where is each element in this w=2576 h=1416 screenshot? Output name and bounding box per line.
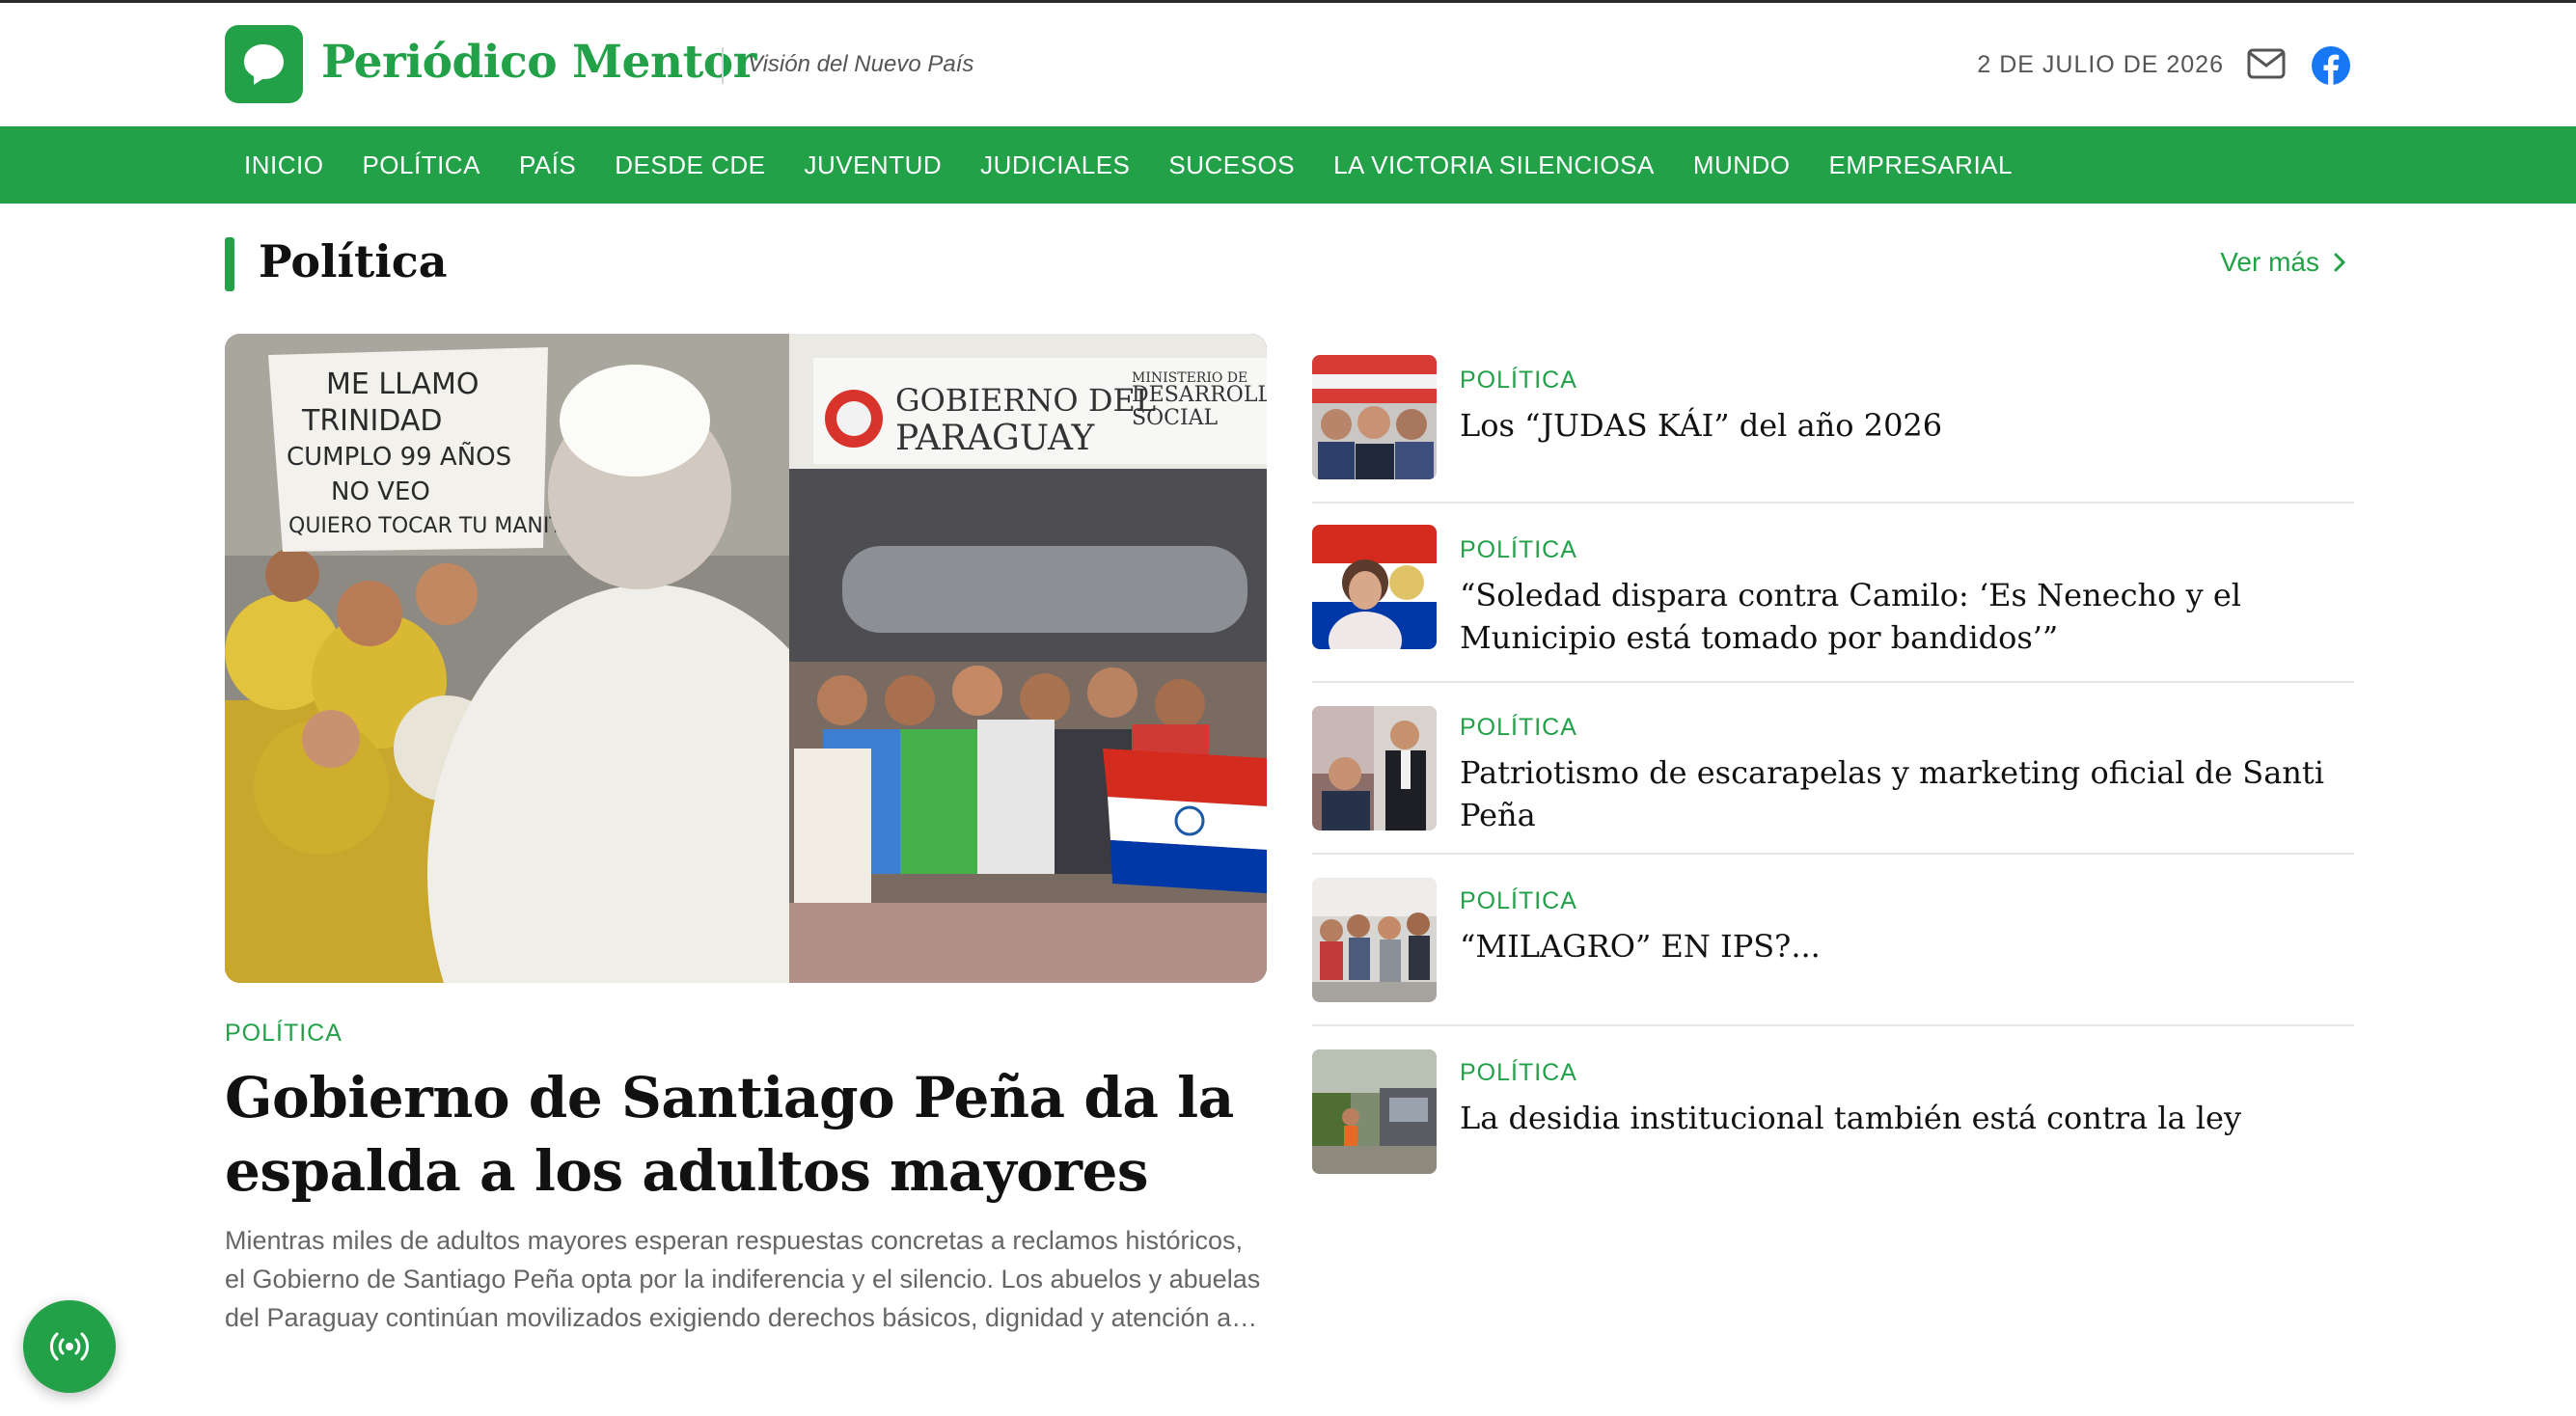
section-accent-bar [225,237,234,291]
list-item[interactable]: POLÍTICA Patriotismo de escarapelas y ma… [1312,683,2354,855]
main-nav: INICIO POLÍTICA PAÍS DESDE CDE JUVENTUD … [0,126,2576,204]
sign-line-3: CUMPLO 99 AÑOS [287,441,511,472]
article-category[interactable]: POLÍTICA [1460,887,2354,915]
nav-item-juventud[interactable]: JUVENTUD [784,150,961,180]
article-category[interactable]: POLÍTICA [1460,536,2354,564]
radio-broadcast-icon [50,1332,89,1361]
nav-item-la-victoria-silenciosa[interactable]: LA VICTORIA SILENCIOSA [1314,150,1674,180]
site-title[interactable]: Periódico Mentor [321,36,756,89]
list-item[interactable]: POLÍTICA Los “JUDAS KÁI” del año 2026 [1312,334,2354,504]
site-tagline: Visión del Nuevo País [748,51,974,77]
building-line-2: PARAGUAY [895,419,1096,458]
sign-line-1: ME LLAMO [326,368,480,401]
list-item[interactable]: POLÍTICA “MILAGRO” EN IPS?... [1312,855,2354,1026]
nav-item-judiciales[interactable]: JUDICIALES [961,150,1149,180]
article-category[interactable]: POLÍTICA [1460,367,2354,395]
article-title[interactable]: La desidia institucional también está co… [1460,1097,2354,1139]
nav-item-desde-cde[interactable]: DESDE CDE [595,150,784,180]
section-title: Política [259,235,448,287]
nav-item-mundo[interactable]: MUNDO [1674,150,1810,180]
nav-item-empresarial[interactable]: EMPRESARIAL [1810,150,2032,180]
sign-line-5: QUIERO TOCAR TU MANITO [288,514,579,538]
facebook-icon[interactable] [2312,46,2350,85]
article-list: POLÍTICA Los “JUDAS KÁI” del año 2026 PO… [1312,334,2354,1198]
see-more-link[interactable]: Ver más [2220,247,2346,278]
article-thumbnail[interactable] [1312,525,1437,649]
list-item[interactable]: POLÍTICA La desidia institucional tambié… [1312,1026,2354,1198]
article-thumbnail[interactable] [1312,706,1437,831]
article-category[interactable]: POLÍTICA [1460,1059,2354,1087]
nav-item-politica[interactable]: POLÍTICA [343,150,499,180]
mail-icon[interactable] [2246,47,2287,80]
live-radio-button[interactable] [23,1300,116,1393]
nav-item-inicio[interactable]: INICIO [225,150,343,180]
sign-line-4: NO VEO [331,477,430,506]
list-item[interactable]: POLÍTICA “Soledad dispara contra Camilo:… [1312,504,2354,683]
see-more-label: Ver más [2220,247,2319,277]
site-header: Periódico Mentor Visión del Nuevo País 2… [0,3,2576,126]
featured-category[interactable]: POLÍTICA [225,1020,343,1048]
header-divider [722,47,724,84]
article-category[interactable]: POLÍTICA [1460,714,2354,742]
building-line-4: DESARROLLO [1132,383,1267,407]
featured-headline[interactable]: Gobierno de Santiago Peña da la espalda … [225,1061,1267,1208]
logo-mark[interactable] [225,25,303,103]
nav-item-sucesos[interactable]: SUCESOS [1149,150,1314,180]
article-title[interactable]: Los “JUDAS KÁI” del año 2026 [1460,404,2354,447]
building-line-1: GOBIERNO DEL [895,382,1156,419]
article-title[interactable]: “MILAGRO” EN IPS?... [1460,925,2354,967]
featured-excerpt: Mientras miles de adultos mayores espera… [225,1226,1261,1332]
featured-image[interactable]: ME LLAMO TRINIDAD CUMPLO 99 AÑOS NO VEO … [225,334,1267,983]
article-thumbnail[interactable] [1312,878,1437,1002]
article-thumbnail[interactable] [1312,355,1437,479]
article-title[interactable]: “Soledad dispara contra Camilo: ‘Es Nene… [1460,574,2354,659]
sign-line-2: TRINIDAD [301,404,443,438]
building-line-5: SOCIAL [1132,406,1219,430]
article-thumbnail[interactable] [1312,1049,1437,1174]
article-title[interactable]: Patriotismo de escarapelas y marketing o… [1460,751,2354,836]
nav-item-pais[interactable]: PAÍS [500,150,595,180]
chevron-right-icon [2334,253,2345,272]
speech-bubble-icon [244,44,284,85]
current-date: 2 DE JULIO DE 2026 [1977,51,2224,78]
